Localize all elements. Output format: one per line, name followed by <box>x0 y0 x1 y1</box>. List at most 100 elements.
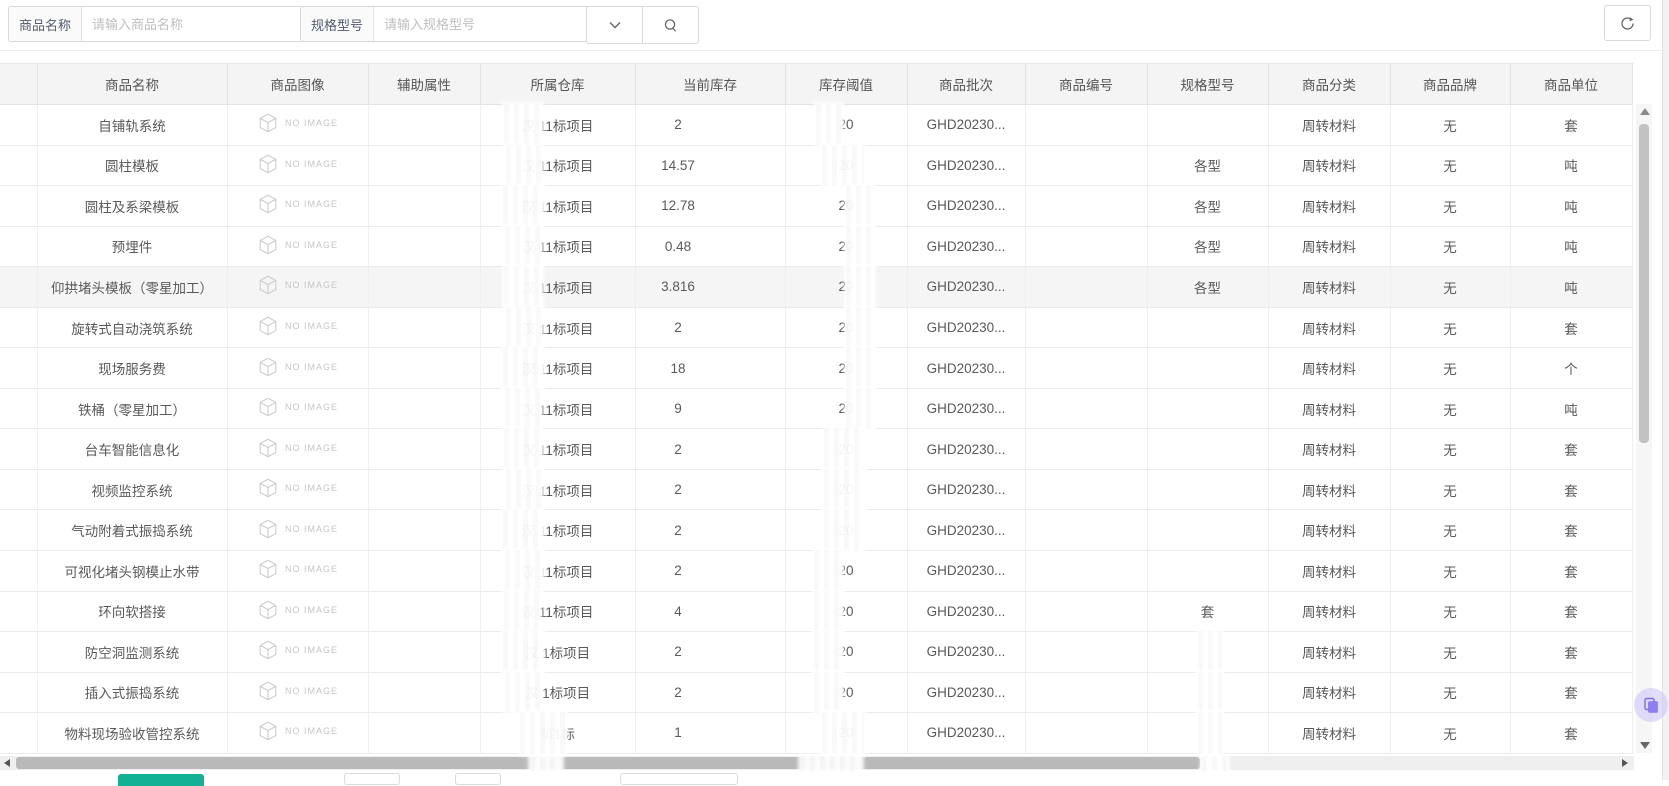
stock-cell: 14.57 <box>635 145 785 186</box>
brand-cell: 无 <box>1390 388 1510 429</box>
spec-cell <box>1147 551 1268 592</box>
cube-icon <box>257 680 279 702</box>
vertical-scrollbar[interactable] <box>1636 104 1652 753</box>
partial-footer-control-2[interactable] <box>455 773 501 785</box>
cube-icon <box>257 599 279 621</box>
category-cell: 周转材料 <box>1268 307 1390 348</box>
code-cell <box>1025 469 1147 510</box>
vertical-scrollbar-thumb[interactable] <box>1639 124 1649 443</box>
refresh-button[interactable] <box>1604 5 1651 41</box>
image-cell: NO IMAGE <box>227 307 368 348</box>
warehouse-cell: 汉 11标项目 <box>480 469 635 510</box>
name-cell: 插入式振捣系统 <box>37 672 227 713</box>
table-row[interactable]: 旋转式自动浇筑系统NO IMAGE汉 11标项目220GHD20230...周转… <box>0 307 1632 348</box>
spec-cell: 各型 <box>1147 226 1268 267</box>
table-row[interactable]: 预埋件NO IMAGE汉 11标项目0.4820GHD20230...各型周转材… <box>0 226 1632 267</box>
batch-cell: GHD20230... <box>907 267 1025 308</box>
refresh-icon <box>1619 15 1636 32</box>
batch-cell: GHD20230... <box>907 145 1025 186</box>
batch-cell: GHD20230... <box>907 105 1025 146</box>
spec-cell <box>1147 469 1268 510</box>
table-row[interactable]: 现场服务费NO IMAGE汉 11标项目1820GHD20230...周转材料无… <box>0 348 1632 389</box>
spec-cell <box>1147 105 1268 146</box>
table-row[interactable]: 铁桶（零星加工）NO IMAGE汉 11标项目920GHD20230...周转材… <box>0 388 1632 429</box>
table-row[interactable]: 气动附着式振捣系统NO IMAGE汉 11标项目220GHD20230...周转… <box>0 510 1632 551</box>
category-cell: 周转材料 <box>1268 469 1390 510</box>
scroll-down-arrow[interactable] <box>1640 742 1650 749</box>
horizontal-scrollbar[interactable] <box>0 756 1634 770</box>
table-row[interactable]: 防空洞监测系统NO IMAGE汉 1标项目220GHD20230...周转材料无… <box>0 632 1632 673</box>
unit-cell: 个 <box>1510 348 1632 389</box>
unit-cell: 套 <box>1510 307 1632 348</box>
batch-cell: GHD20230... <box>907 469 1025 510</box>
unit-cell: 套 <box>1510 551 1632 592</box>
threshold-cell: 20 <box>785 429 907 470</box>
row-handle-cell <box>0 551 37 592</box>
stock-cell: 2 <box>635 307 785 348</box>
spec-model-input[interactable] <box>374 7 590 41</box>
unit-cell: 套 <box>1510 469 1632 510</box>
product-name-filter-group: 商品名称 <box>8 6 303 42</box>
table-row[interactable]: 物料现场验收管控系统NO IMAGE第1标120GHD20230...周转材料无… <box>0 713 1632 754</box>
partial-footer-control-3[interactable] <box>620 773 738 785</box>
image-cell: NO IMAGE <box>227 510 368 551</box>
no-image-placeholder: NO IMAGE <box>257 437 338 459</box>
threshold-cell: 20 <box>785 632 907 673</box>
inventory-table: 商品名称商品图像辅助属性所属仓库当前库存库存阈值商品批次商品编号规格型号商品分类… <box>0 63 1633 754</box>
partial-footer-control-1[interactable] <box>344 773 400 785</box>
image-cell: NO IMAGE <box>227 145 368 186</box>
stock-cell: 2 <box>635 672 785 713</box>
horizontal-scrollbar-thumb[interactable] <box>16 757 1200 769</box>
table-header-row: 商品名称商品图像辅助属性所属仓库当前库存库存阈值商品批次商品编号规格型号商品分类… <box>0 64 1632 105</box>
batch-cell: GHD20230... <box>907 429 1025 470</box>
code-cell <box>1025 551 1147 592</box>
aux-cell <box>368 307 480 348</box>
assistant-float-widget[interactable] <box>1634 688 1668 722</box>
table-row[interactable]: 台车智能信息化NO IMAGE汉 11标项目220GHD20230...周转材料… <box>0 429 1632 470</box>
warehouse-cell: 汉 1标项目 <box>480 632 635 673</box>
scroll-left-arrow[interactable] <box>4 759 10 767</box>
aux-cell <box>368 510 480 551</box>
threshold-cell: 20 <box>785 348 907 389</box>
aux-cell <box>368 713 480 754</box>
table-row[interactable]: 环向软搭接NO IMAGE汉 11标项目420GHD20230...套周转材料无… <box>0 591 1632 632</box>
product-name-input[interactable] <box>82 7 302 41</box>
batch-cell: GHD20230... <box>907 348 1025 389</box>
aux-cell <box>368 186 480 227</box>
no-image-placeholder: NO IMAGE <box>257 558 338 580</box>
spec-cell <box>1147 388 1268 429</box>
code-cell <box>1025 429 1147 470</box>
column-header-stock: 当前库存 <box>635 64 785 105</box>
table-row[interactable]: 插入式振捣系统NO IMAGE汉 1标项目220GHD20230...周转材料无… <box>0 672 1632 713</box>
stock-cell: 9 <box>635 388 785 429</box>
code-cell <box>1025 226 1147 267</box>
brand-cell: 无 <box>1390 429 1510 470</box>
search-button[interactable] <box>642 6 699 44</box>
table-row[interactable]: 可视化堵头钢模止水带NO IMAGE汉 11标项目220GHD20230...周… <box>0 551 1632 592</box>
table-row[interactable]: 仰拱堵头模板（零星加工）NO IMAGE汉 11标项目3.81620GHD202… <box>0 267 1632 308</box>
stock-cell: 4 <box>635 591 785 632</box>
warehouse-cell: 第1标 <box>480 713 635 754</box>
category-cell: 周转材料 <box>1268 267 1390 308</box>
brand-cell: 无 <box>1390 307 1510 348</box>
partial-green-action-button[interactable] <box>118 774 204 786</box>
column-header-name: 商品名称 <box>37 64 227 105</box>
stock-cell: 3.816 <box>635 267 785 308</box>
table-row[interactable]: 自铺轨系统NO IMAGE汉 11标项目220GHD20230...周转材料无套 <box>0 105 1632 146</box>
no-image-placeholder: NO IMAGE <box>257 274 338 296</box>
threshold-cell: 20 <box>785 469 907 510</box>
table-row[interactable]: 视频监控系统NO IMAGE汉 11标项目220GHD20230...周转材料无… <box>0 469 1632 510</box>
table-row[interactable]: 圆柱及系梁模板NO IMAGE汉 11标项目12.7820GHD20230...… <box>0 186 1632 227</box>
row-handle-cell <box>0 145 37 186</box>
aux-cell <box>368 267 480 308</box>
expand-filters-button[interactable] <box>586 6 643 44</box>
scroll-right-arrow[interactable] <box>1622 759 1628 767</box>
name-cell: 铁桶（零星加工） <box>37 388 227 429</box>
category-cell: 周转材料 <box>1268 429 1390 470</box>
brand-cell: 无 <box>1390 672 1510 713</box>
scroll-up-arrow[interactable] <box>1640 108 1650 115</box>
cube-icon <box>257 396 279 418</box>
table-row[interactable]: 圆柱模板NO IMAGE汉 11标项目14.5720GHD20230...各型周… <box>0 145 1632 186</box>
batch-cell: GHD20230... <box>907 226 1025 267</box>
cube-icon <box>257 234 279 256</box>
